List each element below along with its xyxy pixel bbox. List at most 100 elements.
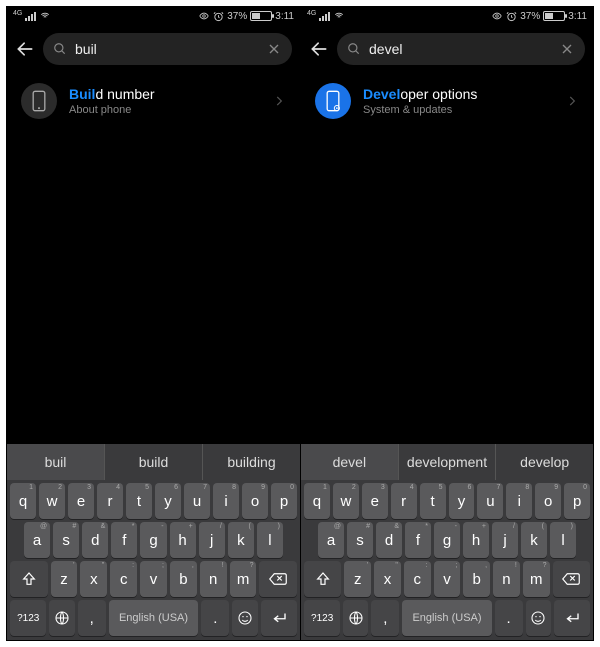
suggestion[interactable]: development <box>399 444 497 480</box>
network-label: 4G <box>307 10 316 17</box>
suggestion[interactable]: devel <box>301 444 399 480</box>
key-b[interactable]: b, <box>170 561 197 597</box>
key-p[interactable]: p0 <box>271 483 297 519</box>
suggestion[interactable]: building <box>203 444 300 480</box>
phone-right: 4G 37% 3:11 devel <box>300 7 593 640</box>
key-e[interactable]: e3 <box>68 483 94 519</box>
back-icon[interactable] <box>15 39 35 59</box>
globe-key[interactable] <box>49 600 74 636</box>
search-result[interactable]: Build number About phone <box>7 73 300 129</box>
key-g[interactable]: g- <box>434 522 460 558</box>
key-c[interactable]: c: <box>404 561 431 597</box>
key-k[interactable]: k( <box>521 522 547 558</box>
suggestion[interactable]: buil <box>7 444 105 480</box>
key-v[interactable]: v; <box>434 561 461 597</box>
key-e[interactable]: e3 <box>362 483 388 519</box>
search-box[interactable]: buil <box>43 33 292 65</box>
key-c[interactable]: c: <box>110 561 137 597</box>
key-u[interactable]: u7 <box>477 483 503 519</box>
key-j[interactable]: j/ <box>492 522 518 558</box>
battery-pct: 37% <box>520 11 540 22</box>
key-x[interactable]: x" <box>374 561 401 597</box>
key-a[interactable]: a@ <box>24 522 50 558</box>
key-b[interactable]: b, <box>463 561 490 597</box>
globe-key[interactable] <box>343 600 368 636</box>
key-f[interactable]: f* <box>405 522 431 558</box>
clear-icon[interactable] <box>266 41 282 57</box>
key-t[interactable]: t5 <box>420 483 446 519</box>
key-s[interactable]: s# <box>347 522 373 558</box>
key-z[interactable]: z' <box>344 561 371 597</box>
keyboard[interactable]: devel development develop q1w2e3r4t5y6u7… <box>301 444 593 640</box>
key-d[interactable]: d& <box>376 522 402 558</box>
key-a[interactable]: a@ <box>318 522 344 558</box>
key-t[interactable]: t5 <box>126 483 152 519</box>
result-title: Developer options <box>363 86 553 102</box>
key-g[interactable]: g- <box>140 522 166 558</box>
suggestion[interactable]: develop <box>496 444 593 480</box>
clear-icon[interactable] <box>559 41 575 57</box>
space-key[interactable]: English (USA) <box>402 600 491 636</box>
key-j[interactable]: j/ <box>199 522 225 558</box>
symbols-key[interactable]: ?123 <box>10 600 46 636</box>
symbols-key[interactable]: ?123 <box>304 600 340 636</box>
key-n[interactable]: n! <box>493 561 520 597</box>
keyboard[interactable]: buil build building q1w2e3r4t5y6u7i8o9p0… <box>7 444 300 640</box>
key-p[interactable]: p0 <box>564 483 590 519</box>
emoji-key[interactable] <box>232 600 257 636</box>
space-key[interactable]: English (USA) <box>109 600 199 636</box>
enter-key[interactable] <box>554 600 590 636</box>
key-n[interactable]: n! <box>200 561 227 597</box>
backspace-key[interactable] <box>553 561 590 597</box>
search-input[interactable]: buil <box>75 41 258 57</box>
key-w[interactable]: w2 <box>39 483 65 519</box>
suggestion-bar[interactable]: buil build building <box>7 444 300 480</box>
alarm-icon <box>213 11 224 22</box>
key-z[interactable]: z' <box>51 561 78 597</box>
back-icon[interactable] <box>309 39 329 59</box>
backspace-key[interactable] <box>259 561 297 597</box>
shift-key[interactable] <box>304 561 341 597</box>
key-l[interactable]: l) <box>550 522 576 558</box>
eye-icon <box>198 11 210 21</box>
key-h[interactable]: h+ <box>170 522 196 558</box>
key-l[interactable]: l) <box>257 522 283 558</box>
key-q[interactable]: q1 <box>10 483 36 519</box>
key-o[interactable]: o9 <box>242 483 268 519</box>
key-y[interactable]: y6 <box>155 483 181 519</box>
key-k[interactable]: k( <box>228 522 254 558</box>
network-label: 4G <box>13 10 22 17</box>
key-.[interactable]: . <box>201 600 229 636</box>
key-m[interactable]: m? <box>523 561 550 597</box>
suggestion-bar[interactable]: devel development develop <box>301 444 593 480</box>
key-v[interactable]: v; <box>140 561 167 597</box>
search-input[interactable]: devel <box>369 41 551 57</box>
search-icon <box>347 42 361 56</box>
emoji-key[interactable] <box>526 600 551 636</box>
search-box[interactable]: devel <box>337 33 585 65</box>
clock: 3:11 <box>568 11 587 22</box>
key-row-bottom: ?123,English (USA). <box>301 597 593 636</box>
enter-key[interactable] <box>261 600 297 636</box>
key-x[interactable]: x" <box>80 561 107 597</box>
key-f[interactable]: f* <box>111 522 137 558</box>
key-i[interactable]: i8 <box>506 483 532 519</box>
key-i[interactable]: i8 <box>213 483 239 519</box>
key-u[interactable]: u7 <box>184 483 210 519</box>
suggestion[interactable]: build <box>105 444 203 480</box>
key-o[interactable]: o9 <box>535 483 561 519</box>
key-w[interactable]: w2 <box>333 483 359 519</box>
key-r[interactable]: r4 <box>97 483 123 519</box>
key-y[interactable]: y6 <box>449 483 475 519</box>
key-h[interactable]: h+ <box>463 522 489 558</box>
key-m[interactable]: m? <box>230 561 257 597</box>
key-q[interactable]: q1 <box>304 483 330 519</box>
shift-key[interactable] <box>10 561 48 597</box>
key-r[interactable]: r4 <box>391 483 417 519</box>
key-,[interactable]: , <box>371 600 399 636</box>
search-result[interactable]: Developer options System & updates <box>301 73 593 129</box>
key-,[interactable]: , <box>78 600 106 636</box>
key-s[interactable]: s# <box>53 522 79 558</box>
key-.[interactable]: . <box>495 600 523 636</box>
key-d[interactable]: d& <box>82 522 108 558</box>
